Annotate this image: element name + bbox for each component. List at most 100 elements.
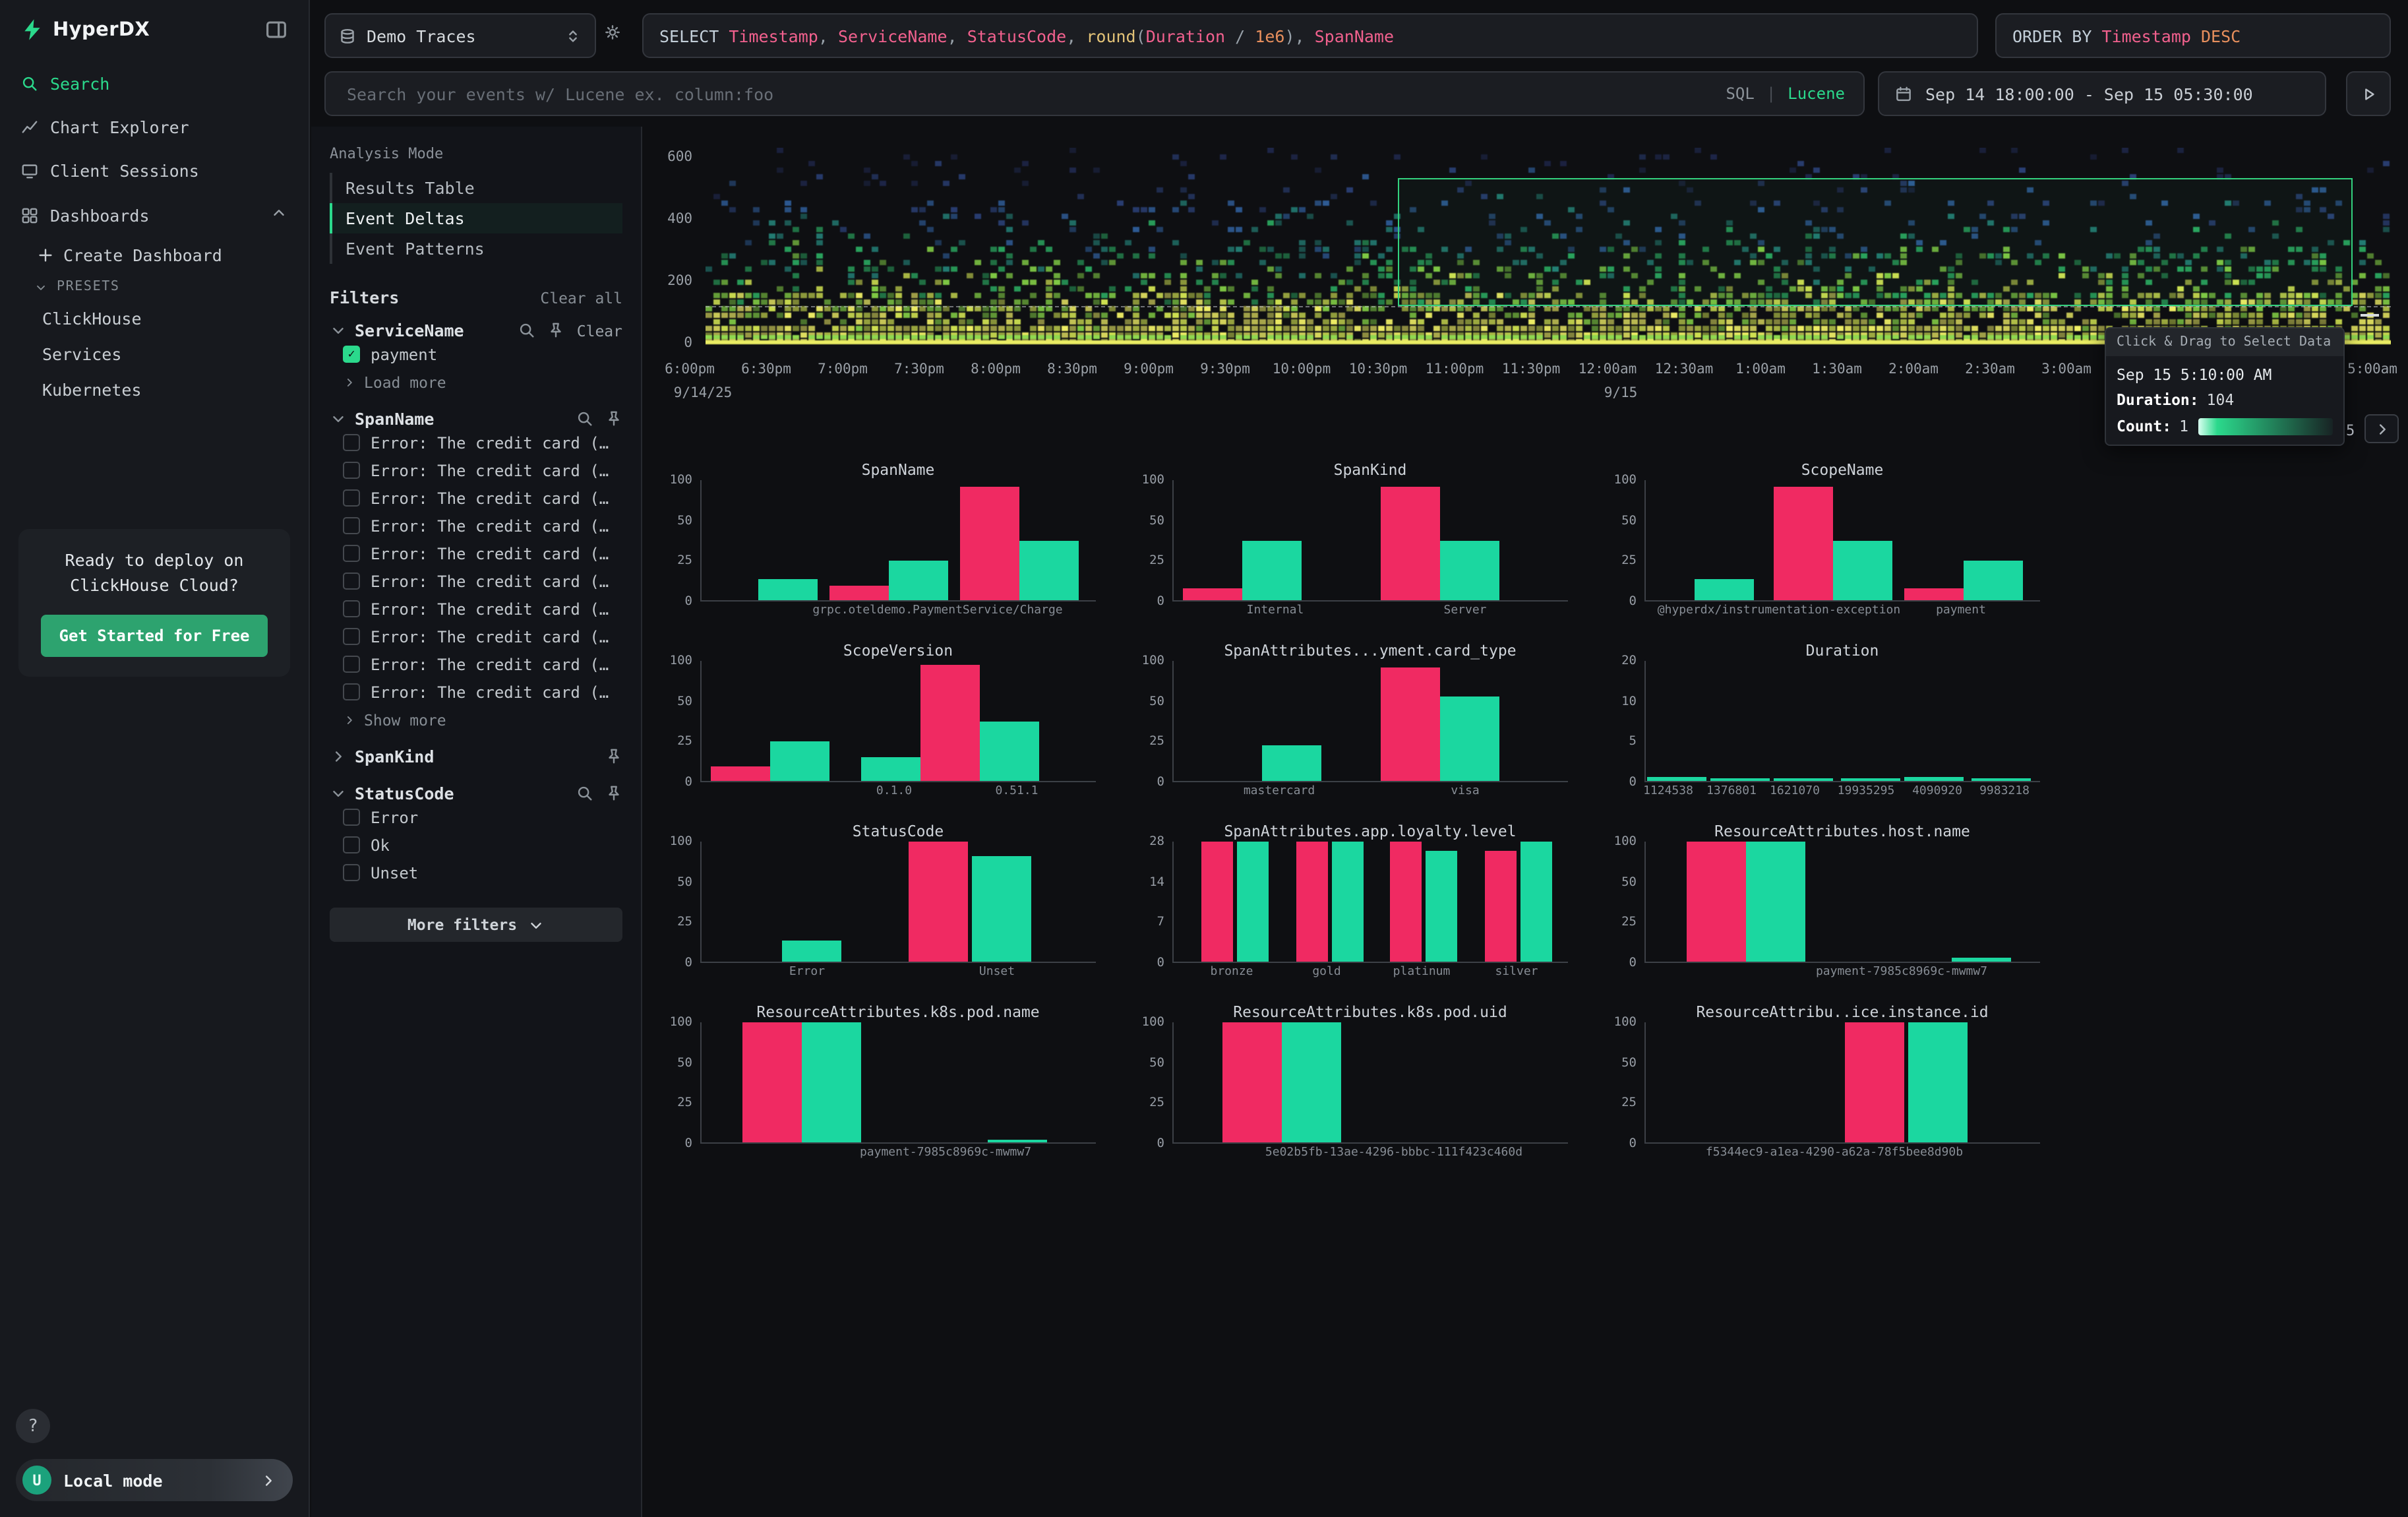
gear-icon[interactable] (604, 24, 621, 41)
checkbox[interactable] (343, 683, 360, 700)
local-mode-pill[interactable]: U Local mode (16, 1459, 293, 1501)
mini-chart-plot[interactable] (1644, 842, 2040, 963)
filter-option[interactable]: Ok (330, 831, 622, 859)
filter-option[interactable]: Error: The credit card (… (330, 484, 622, 512)
search-icon[interactable] (576, 785, 593, 802)
sql-token: , (948, 26, 967, 46)
checkbox[interactable] (343, 489, 360, 507)
mini-chart-plot[interactable] (1644, 480, 2040, 602)
mode-option-event-deltas[interactable]: Event Deltas (330, 203, 622, 233)
next-page-button[interactable] (2364, 414, 2399, 443)
sidebar-subitem-services[interactable]: Services (0, 336, 309, 372)
filter-option[interactable]: Error: The credit card (… (330, 567, 622, 595)
mini-chart-x-axis: grpc.oteldemo.PaymentService/Charge (700, 602, 1096, 620)
checkbox[interactable] (343, 864, 360, 881)
filter-option[interactable]: Error: The credit card (… (330, 623, 622, 650)
filter-option[interactable]: ✓payment (330, 340, 622, 368)
show-more-link[interactable]: Show more (330, 706, 622, 729)
mini-chart-plot[interactable] (1644, 1022, 2040, 1144)
x-tick-label: 2:30am (1965, 361, 2015, 377)
search-icon[interactable] (519, 322, 536, 339)
get-started-button[interactable]: Get Started for Free (41, 614, 268, 656)
filter-group-header[interactable]: SpanKind (330, 747, 622, 766)
topbar: Demo Traces SELECT Timestamp, ServiceNam… (311, 0, 2408, 127)
mini-chart-plot[interactable] (1172, 661, 1568, 782)
filter-option[interactable]: Error: The credit card (… (330, 429, 622, 456)
filter-option[interactable]: Error: The credit card (… (330, 678, 622, 706)
checkbox[interactable] (343, 462, 360, 479)
chevron-down-icon (527, 916, 545, 933)
sidebar-subitem-kubernetes[interactable]: Kubernetes (0, 372, 309, 408)
filter-option[interactable]: Error: The credit card (… (330, 456, 622, 484)
sql-select-editor[interactable]: SELECT Timestamp, ServiceName, StatusCod… (642, 13, 1978, 58)
filter-option[interactable]: Error: The credit card (… (330, 540, 622, 567)
mini-chart-y-axis: 10050250 (1600, 1022, 1644, 1144)
filter-option[interactable]: Unset (330, 859, 622, 886)
sidebar-subitem-presets[interactable]: PRESETS (0, 273, 309, 301)
run-query-button[interactable] (2346, 71, 2391, 116)
sidebar-item-client-sessions[interactable]: Client Sessions (0, 149, 309, 193)
checkbox[interactable] (343, 434, 360, 451)
sql-token: , (1295, 26, 1315, 46)
checkbox[interactable] (343, 656, 360, 673)
help-button[interactable]: ? (16, 1409, 50, 1443)
sidebar-collapse-icon[interactable] (265, 18, 287, 41)
filter-group-header[interactable]: StatusCode (330, 784, 622, 803)
pin-icon[interactable] (605, 785, 622, 802)
lang-lucene-button[interactable]: Lucene (1788, 84, 1845, 103)
mini-chart-plot[interactable] (1644, 661, 2040, 782)
selection-box[interactable] (1398, 178, 2353, 306)
pin-icon[interactable] (605, 748, 622, 765)
mode-option-results-table[interactable]: Results Table (330, 173, 622, 203)
mini-chart-plot[interactable] (1172, 1022, 1568, 1144)
timeline-plot[interactable] (706, 148, 2391, 346)
filter-option[interactable]: Error: The credit card (… (330, 595, 622, 623)
sidebar-subitem-create-dashboard[interactable]: Create Dashboard (0, 237, 309, 273)
filter-option[interactable]: Error: The credit card (… (330, 512, 622, 540)
sidebar-item-dashboards[interactable]: Dashboards (0, 193, 309, 237)
mini-chart-plot[interactable] (1172, 480, 1568, 602)
filter-option[interactable]: Error (330, 803, 622, 831)
load-more-link[interactable]: Load more (330, 368, 622, 392)
bar (909, 842, 968, 962)
checkbox[interactable] (343, 545, 360, 562)
lang-sql-button[interactable]: SQL (1726, 84, 1754, 103)
mini-chart-plot[interactable] (700, 661, 1096, 782)
mini-chart-plot[interactable] (700, 842, 1096, 963)
checkbox[interactable] (343, 628, 360, 645)
checkbox[interactable] (343, 600, 360, 617)
order-by-editor[interactable]: ORDER BY Timestamp DESC (1995, 13, 2391, 58)
checkbox[interactable] (343, 573, 360, 590)
checkbox[interactable] (343, 809, 360, 826)
pin-icon[interactable] (605, 410, 622, 427)
selection-handle-icon[interactable] (2361, 314, 2379, 317)
sidebar-item-search[interactable]: Search (0, 62, 309, 106)
x-tick-label: 6:00pm (665, 361, 715, 377)
filter-group-header[interactable]: SpanName (330, 409, 622, 429)
filter-group-header[interactable]: ServiceNameClear (330, 321, 622, 340)
clear-all-button[interactable]: Clear all (540, 288, 622, 307)
date-range-picker[interactable]: Sep 14 18:00:00 - Sep 15 05:30:00 (1878, 71, 2326, 116)
filter-clear-button[interactable]: Clear (577, 321, 622, 340)
checkbox[interactable] (343, 836, 360, 853)
search-input[interactable] (344, 82, 1712, 105)
mini-chart-plot[interactable] (700, 480, 1096, 602)
sql-token: ORDER BY (2012, 26, 2101, 46)
search-icon[interactable] (576, 410, 593, 427)
filter-option[interactable]: Error: The credit card (… (330, 650, 622, 678)
source-select[interactable]: Demo Traces (324, 13, 596, 58)
checkbox[interactable]: ✓ (343, 346, 360, 363)
bar (1833, 540, 1892, 600)
timeline-chart: 6004002000 6:00pm6:30pm7:00pm7:30pm8:00p… (642, 127, 2408, 470)
sidebar-subitem-clickhouse[interactable]: ClickHouse (0, 301, 309, 336)
x-tick-label: 1:00am (1735, 361, 1786, 377)
pin-icon[interactable] (548, 322, 565, 339)
bar (1774, 486, 1833, 600)
x-tick-label: 11:30pm (1502, 361, 1561, 377)
sidebar-item-chart-explorer[interactable]: Chart Explorer (0, 106, 309, 149)
mode-option-event-patterns[interactable]: Event Patterns (330, 233, 622, 264)
checkbox[interactable] (343, 517, 360, 534)
mini-chart-plot[interactable] (1172, 842, 1568, 963)
more-filters-button[interactable]: More filters (330, 908, 622, 942)
mini-chart-plot[interactable] (700, 1022, 1096, 1144)
